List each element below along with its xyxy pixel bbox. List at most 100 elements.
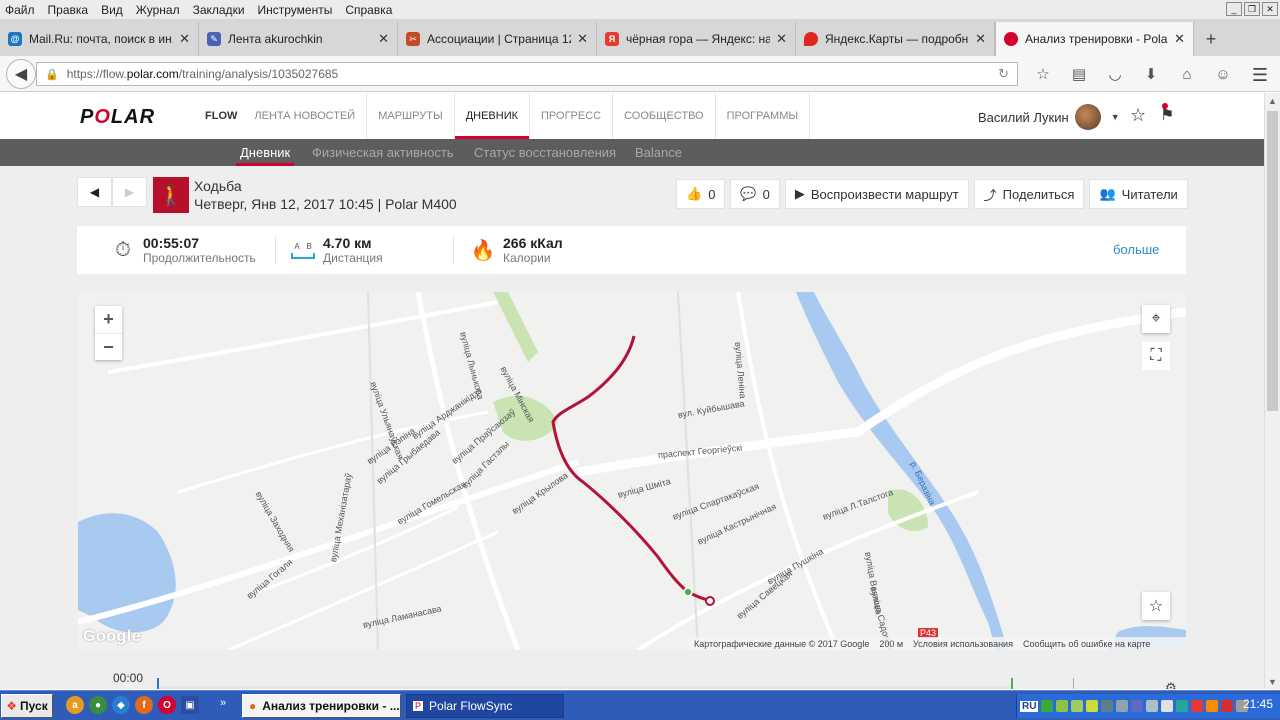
home-icon[interactable]: ⌂ bbox=[1176, 64, 1198, 84]
page-scrollbar[interactable]: ▲ ▼ bbox=[1264, 93, 1280, 689]
scroll-down-icon[interactable]: ▼ bbox=[1268, 677, 1277, 687]
minimize-button[interactable]: _ bbox=[1226, 2, 1242, 16]
subnav-recovery[interactable]: Статус восстановления bbox=[474, 139, 616, 166]
timeline-end-handle[interactable] bbox=[1011, 678, 1013, 689]
firefox-icon[interactable]: f bbox=[135, 696, 153, 714]
more-link[interactable]: больше bbox=[1113, 242, 1159, 257]
scroll-up-icon[interactable]: ▲ bbox=[1268, 96, 1277, 106]
tray-icon[interactable] bbox=[1116, 700, 1129, 712]
share-button[interactable]: ⤴ Поделиться bbox=[973, 179, 1085, 209]
locate-button[interactable]: ⌖ bbox=[1142, 305, 1170, 333]
language-indicator[interactable]: RU bbox=[1020, 700, 1039, 712]
next-session-button[interactable]: ▶ bbox=[112, 177, 147, 207]
tab-assoc[interactable]: ✂ Ассоциации | Страница 12... ✕ bbox=[398, 22, 597, 56]
reload-icon[interactable]: ↻ bbox=[998, 66, 1009, 82]
like-button[interactable]: 👍 0 bbox=[676, 179, 726, 209]
app-icon[interactable]: ◆ bbox=[112, 696, 130, 714]
map-report-link[interactable]: Сообщить об ошибке на карте bbox=[1023, 639, 1150, 649]
tray-icon[interactable] bbox=[1176, 700, 1189, 712]
tab-mailru[interactable]: @ Mail.Ru: почта, поиск в ин... ✕ bbox=[0, 22, 199, 56]
nav-progress[interactable]: ПРОГРЕСС bbox=[530, 93, 614, 139]
tray-icon[interactable] bbox=[1221, 700, 1234, 712]
downloads-icon[interactable]: ⬇ bbox=[1140, 64, 1162, 84]
readers-button[interactable]: 👥 Читатели bbox=[1089, 179, 1188, 209]
timeline-track[interactable] bbox=[158, 686, 1013, 689]
url-bar[interactable]: 🔒 https://flow. polar.com/training/analys… bbox=[36, 62, 1018, 86]
polar-logo[interactable]: POLAR bbox=[80, 106, 155, 129]
chat-icon[interactable]: ☺ bbox=[1212, 64, 1234, 84]
menu-help[interactable]: Справка bbox=[340, 3, 400, 17]
route-map[interactable]: вуліца Мінская вул. Куйбышава праспект Гео… bbox=[78, 292, 1186, 650]
favorites-star-icon[interactable]: ☆ bbox=[1130, 105, 1146, 126]
tray-icon[interactable] bbox=[1086, 700, 1099, 712]
notifications-icon[interactable]: ⚑ bbox=[1160, 103, 1174, 125]
new-tab-button[interactable]: + bbox=[1194, 22, 1228, 56]
scrollbar-thumb[interactable] bbox=[1267, 111, 1278, 411]
nav-routes[interactable]: МАРШРУТЫ bbox=[367, 93, 455, 139]
zoom-in-button[interactable]: + bbox=[95, 306, 122, 333]
subnav-balance[interactable]: Balance bbox=[635, 139, 682, 166]
tab-polar[interactable]: Анализ тренировки - Polar... ✕ bbox=[995, 22, 1194, 56]
subnav-activity[interactable]: Физическая активность bbox=[312, 139, 454, 166]
map-terms-link[interactable]: Условия использования bbox=[913, 639, 1013, 649]
tray-icon[interactable] bbox=[1056, 700, 1069, 712]
tray-icon[interactable] bbox=[1206, 700, 1219, 712]
nav-community[interactable]: СООБЩЕСТВО bbox=[613, 93, 716, 139]
tray-icon[interactable] bbox=[1146, 700, 1159, 712]
tab-lj[interactable]: ✎ Лента akurochkin ✕ bbox=[199, 22, 398, 56]
menu-bookmarks[interactable]: Закладки bbox=[188, 3, 253, 17]
close-tab-icon[interactable]: ✕ bbox=[1174, 31, 1185, 47]
close-tab-icon[interactable]: ✕ bbox=[577, 31, 588, 47]
menu-file[interactable]: Файл bbox=[0, 3, 43, 17]
nav-diary[interactable]: ДНЕВНИК bbox=[454, 93, 531, 139]
gear-icon[interactable]: ⚙ bbox=[1165, 680, 1177, 689]
taskbar-flowsync[interactable]: P Polar FlowSync bbox=[406, 694, 564, 718]
reading-list-icon[interactable]: ▤ bbox=[1068, 64, 1090, 84]
menu-history[interactable]: Журнал bbox=[131, 3, 188, 17]
avast-icon[interactable]: a bbox=[66, 696, 84, 714]
fullscreen-button[interactable]: ⛶ bbox=[1142, 342, 1170, 370]
menu-view[interactable]: Вид bbox=[96, 3, 131, 17]
back-button[interactable]: ◀ bbox=[6, 59, 36, 89]
menu-tools[interactable]: Инструменты bbox=[253, 3, 341, 17]
tray-icon[interactable] bbox=[1071, 700, 1084, 712]
tray-icon[interactable] bbox=[1161, 700, 1174, 712]
start-button[interactable]: ❖ Пуск bbox=[1, 694, 53, 718]
tray-icon[interactable] bbox=[1191, 700, 1204, 712]
favorite-route-button[interactable]: ☆ bbox=[1142, 592, 1170, 620]
taskbar-firefox[interactable]: ● Анализ тренировки - ... bbox=[242, 694, 401, 718]
close-tab-icon[interactable]: ✕ bbox=[975, 31, 986, 47]
quick-launch-more-icon[interactable]: » bbox=[220, 697, 226, 709]
hamburger-menu-icon[interactable]: ☰ bbox=[1252, 65, 1268, 86]
zoom-out-button[interactable]: − bbox=[95, 333, 122, 360]
nav-flow[interactable]: FLOW bbox=[194, 93, 243, 139]
close-tab-icon[interactable]: ✕ bbox=[776, 31, 787, 47]
triangle-right-icon: ▶ bbox=[124, 185, 135, 199]
tray-icon[interactable] bbox=[1131, 700, 1144, 712]
user-menu[interactable]: Василий Лукин ▼ bbox=[978, 103, 1120, 131]
replay-route-button[interactable]: ▶ Воспроизвести маршрут bbox=[784, 179, 969, 209]
tab-yandex[interactable]: Я чёрная гора — Яндекс: на... ✕ bbox=[597, 22, 796, 56]
previous-session-button[interactable]: ◀ bbox=[77, 177, 112, 207]
map-zoom-control: + − bbox=[95, 306, 122, 360]
comment-count: 0 bbox=[762, 186, 770, 202]
tray-icon[interactable] bbox=[1101, 700, 1114, 712]
menu-edit[interactable]: Правка bbox=[43, 3, 97, 17]
close-tab-icon[interactable]: ✕ bbox=[179, 31, 190, 47]
close-window-button[interactable]: ✕ bbox=[1262, 2, 1278, 16]
close-tab-icon[interactable]: ✕ bbox=[378, 31, 389, 47]
tab-yandex-maps[interactable]: Яндекс.Карты — подробн... ✕ bbox=[796, 22, 995, 56]
opera-icon[interactable]: O bbox=[158, 696, 176, 714]
replay-label: Воспроизвести маршрут bbox=[810, 186, 959, 202]
tray-icon[interactable] bbox=[1041, 700, 1054, 712]
pocket-icon[interactable]: ◡ bbox=[1104, 64, 1126, 84]
subnav-diary[interactable]: Дневник bbox=[235, 139, 295, 166]
comment-button[interactable]: 💬 0 bbox=[730, 179, 780, 209]
nav-feed[interactable]: ЛЕНТА НОВОСТЕЙ bbox=[243, 93, 368, 139]
chrome-icon[interactable]: ● bbox=[89, 696, 107, 714]
nav-programs[interactable]: ПРОГРАММЫ bbox=[716, 93, 811, 139]
restore-button[interactable]: ❐ bbox=[1244, 2, 1260, 16]
save-icon[interactable]: ▣ bbox=[181, 696, 199, 714]
timeline-start-handle[interactable] bbox=[157, 678, 159, 689]
bookmark-star-icon[interactable]: ☆ bbox=[1032, 64, 1054, 84]
